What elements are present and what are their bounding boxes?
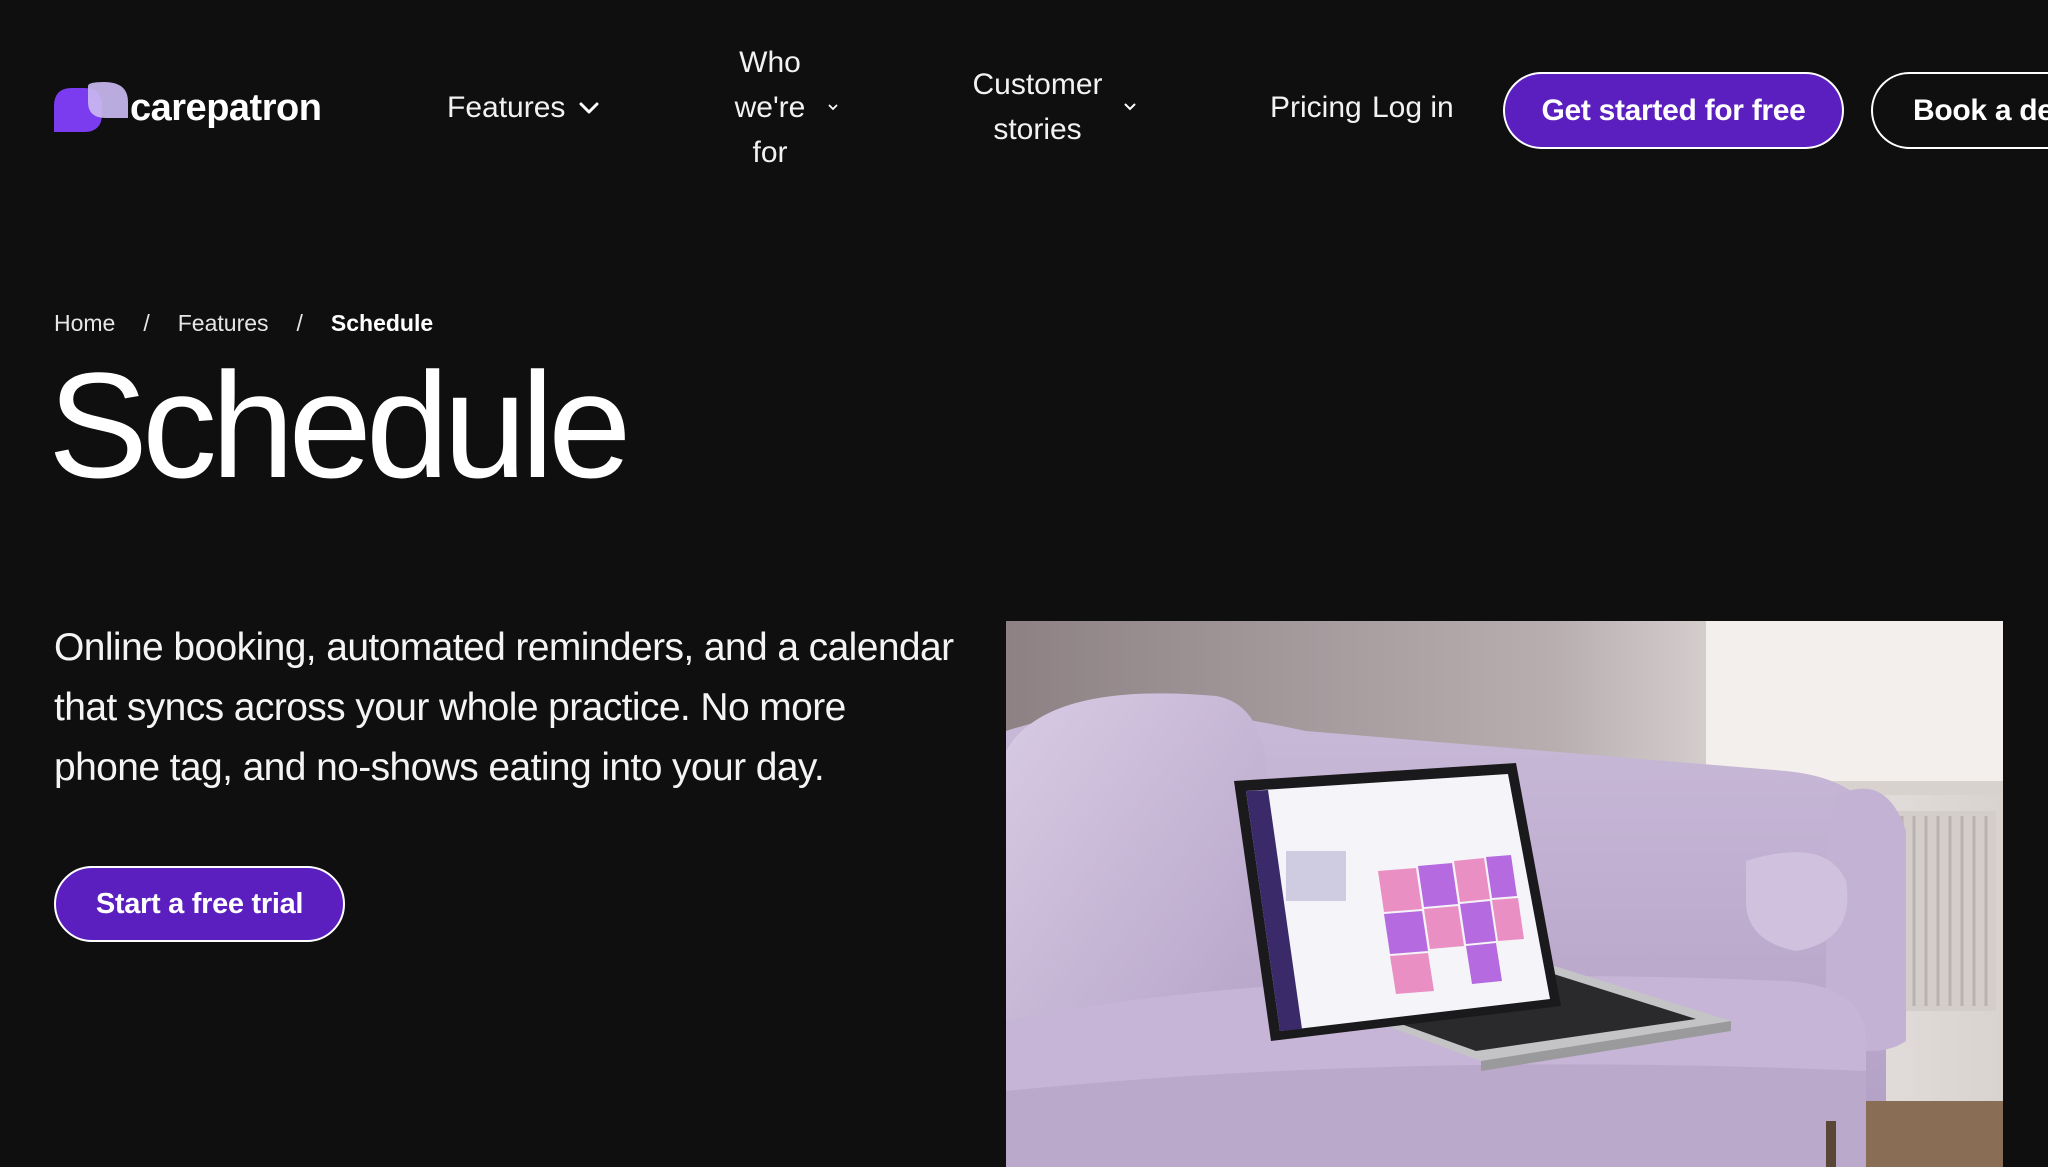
breadcrumb-features[interactable]: Features (178, 310, 269, 337)
breadcrumb: Home / Features / Schedule (54, 310, 433, 337)
chevron-down-icon (828, 104, 838, 111)
chevron-down-icon (579, 102, 599, 114)
site-header: carepatron Features Who we're for Custom… (0, 0, 2048, 220)
nav-login-label: Log in (1372, 91, 1454, 124)
nav-stories-label: Customer stories (965, 62, 1110, 152)
breadcrumb-separator: / (143, 310, 150, 336)
nav-features-label: Features (447, 91, 566, 124)
nav-features[interactable]: Features (447, 85, 599, 130)
get-started-button[interactable]: Get started for free (1503, 72, 1844, 149)
laptop-on-sofa-image (1006, 621, 2003, 1167)
breadcrumb-home[interactable]: Home (54, 310, 115, 337)
nav-who-line3: for (752, 136, 788, 169)
chevron-down-icon (1124, 103, 1136, 111)
nav-pricing[interactable]: Pricing (1270, 85, 1362, 130)
breadcrumb-current: Schedule (330, 310, 434, 336)
nav-pricing-label: Pricing (1270, 91, 1362, 124)
logo-wordmark: carepatron (130, 86, 322, 129)
nav-stories-line1: Customer (972, 68, 1103, 101)
page-title: Schedule (48, 341, 631, 509)
nav-customer-stories[interactable]: Customer stories (965, 62, 1136, 152)
hero-description: Online booking, automated reminders, and… (54, 626, 954, 789)
carepatron-logo[interactable]: carepatron (54, 82, 322, 134)
book-demo-button[interactable]: Book a de (1871, 72, 2048, 149)
nav-who-line1: Who (739, 46, 801, 79)
start-free-trial-button[interactable]: Start a free trial (54, 866, 345, 942)
nav-who-label: Who we're for (726, 40, 814, 175)
logo-icon (54, 82, 128, 134)
nav-who-were-for[interactable]: Who we're for (726, 40, 838, 175)
nav-login[interactable]: Log in (1372, 85, 1454, 130)
nav-who-line2: we're (734, 91, 806, 124)
nav-stories-line2: stories (993, 113, 1082, 146)
breadcrumb-separator: / (296, 310, 303, 336)
